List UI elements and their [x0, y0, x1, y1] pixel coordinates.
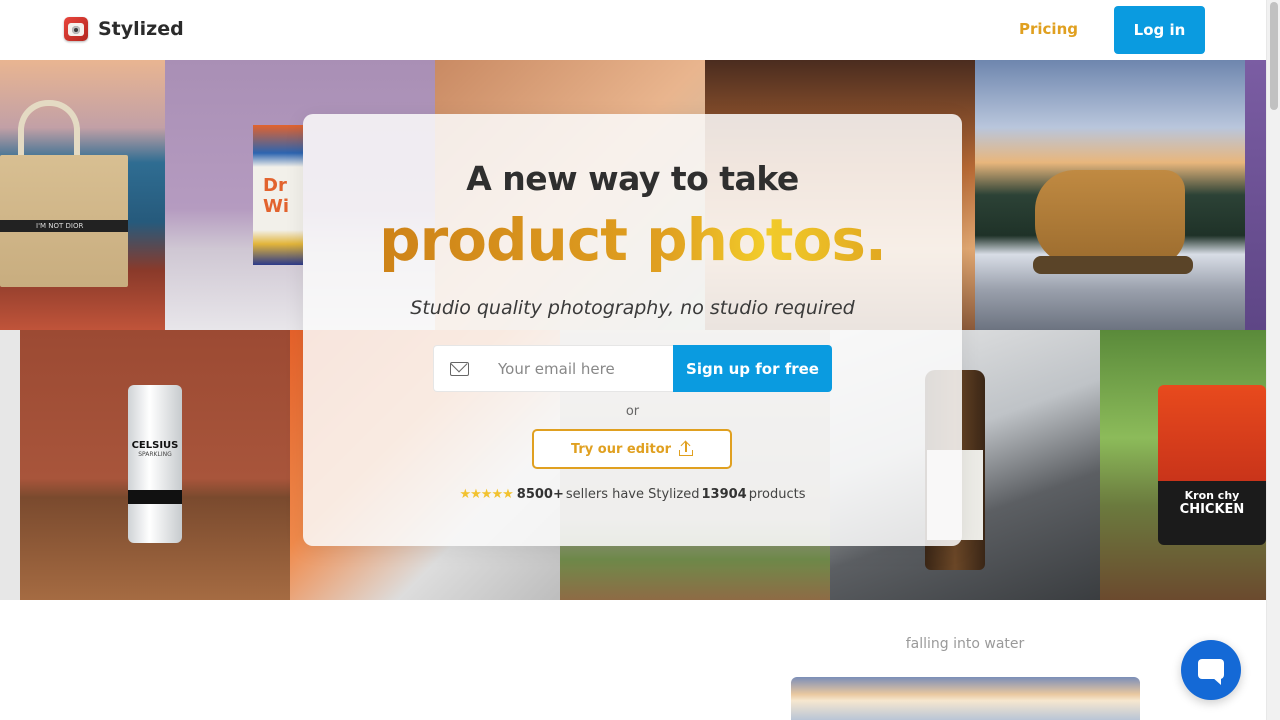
- gallery-image-boot: [975, 60, 1245, 330]
- boot-sole: [1033, 256, 1193, 274]
- brand-name: Stylized: [98, 18, 184, 40]
- gallery-image-edge: [1245, 60, 1266, 330]
- camera-logo-icon: [64, 17, 88, 41]
- boot: [1035, 170, 1185, 265]
- scrollbar-thumb[interactable]: [1270, 2, 1278, 110]
- sellers-count: 8500+: [516, 487, 564, 502]
- social-proof: ★★★★★ 8500+ sellers have Stylized 13904 …: [303, 487, 962, 502]
- example-preview-image: [791, 677, 1140, 720]
- can-band: [128, 490, 182, 504]
- hero-subheadline: Studio quality photography, no studio re…: [410, 297, 855, 319]
- chat-bubble-icon: [1198, 659, 1224, 685]
- gallery-image-can: CELSIUS SPARKLING: [20, 330, 290, 600]
- signup-form: Sign up for free: [433, 345, 832, 392]
- product-box: Dr Wi: [253, 125, 303, 265]
- hero-signup-card: A new way to take product photos. Studio…: [303, 114, 962, 546]
- mail-icon: [450, 362, 469, 376]
- bag-stripe: I'M NOT DIOR: [0, 220, 128, 232]
- try-editor-label: Try our editor: [570, 441, 672, 457]
- gallery-image-tote-bag: I'M NOT DIOR: [0, 60, 165, 330]
- top-nav: Stylized Pricing Log in: [0, 0, 1266, 60]
- email-field[interactable]: [433, 345, 673, 392]
- upload-icon: [679, 442, 694, 456]
- email-input[interactable]: [498, 358, 668, 380]
- drink-can: CELSIUS SPARKLING: [128, 385, 182, 543]
- hero-headline-accent: product photos.: [303, 206, 962, 274]
- chat-launcher-button[interactable]: [1181, 640, 1241, 700]
- try-editor-button[interactable]: Try our editor: [532, 429, 732, 469]
- pricing-link[interactable]: Pricing: [1019, 20, 1078, 38]
- page-scrollbar[interactable]: [1266, 0, 1280, 720]
- snack-bag: Kron chy CHICKEN: [1158, 385, 1266, 545]
- gallery-image-edge-left: [0, 330, 20, 600]
- rating-stars-icon: ★★★★★: [459, 487, 514, 502]
- signup-button[interactable]: Sign up for free: [673, 345, 832, 392]
- products-count: 13904: [701, 487, 747, 502]
- or-divider: or: [625, 404, 640, 419]
- sellers-text: sellers have Stylized: [565, 487, 700, 502]
- gallery-image-snack: Kron chy CHICKEN: [1100, 330, 1266, 600]
- login-button[interactable]: Log in: [1114, 6, 1205, 54]
- hero-headline: A new way to take: [466, 159, 799, 198]
- brand-logo[interactable]: Stylized: [64, 17, 184, 41]
- products-text: products: [748, 487, 806, 502]
- example-caption: falling into water: [905, 636, 1025, 652]
